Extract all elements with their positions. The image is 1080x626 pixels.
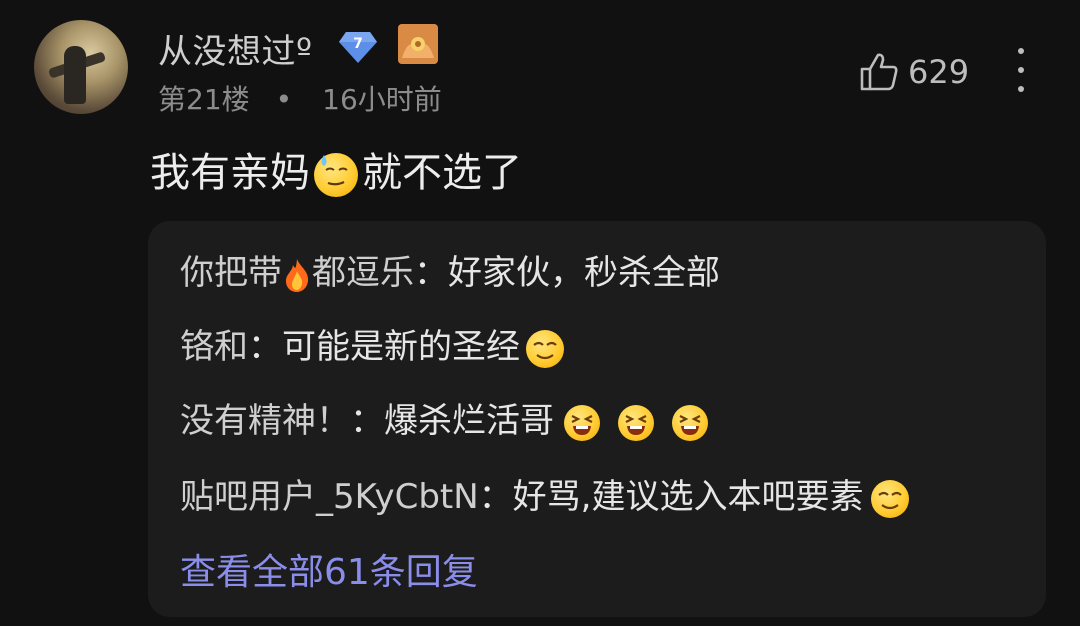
avatar[interactable] bbox=[34, 20, 128, 114]
reply-item[interactable]: 贴吧用户_5KyCbtN：好骂,建议选入本吧要素 bbox=[180, 475, 910, 519]
reply-author-suffix[interactable]: 都逗乐 bbox=[312, 253, 414, 293]
like-count: 629 bbox=[908, 53, 970, 91]
reply-text: 好骂,建议选入本吧要素 bbox=[512, 477, 864, 517]
laugh-squint-emoji bbox=[564, 404, 600, 441]
reply-item[interactable]: 铬和：可能是新的圣经 bbox=[180, 325, 564, 369]
reply-item[interactable]: 你把带 都逗乐：好家伙，秒杀全部 bbox=[180, 251, 720, 295]
like-button[interactable]: 629 bbox=[858, 50, 969, 94]
more-options-icon[interactable] bbox=[1006, 48, 1036, 92]
reply-separator: ： bbox=[414, 253, 448, 293]
smug-smile-emoji bbox=[526, 329, 564, 368]
reply-text: 可能是新的圣经 bbox=[282, 327, 520, 367]
level-badge-icon: 7 bbox=[338, 30, 378, 64]
medal-icon bbox=[398, 24, 438, 64]
view-all-replies-link[interactable]: 查看全部61条回复 bbox=[180, 543, 478, 595]
smug-smile-emoji bbox=[871, 479, 910, 518]
meta-separator: • bbox=[275, 83, 293, 116]
laugh-squint-emoji bbox=[672, 404, 708, 441]
comment-text: 我有亲妈 就不选了 bbox=[150, 148, 522, 198]
comment-text-before: 我有亲妈 bbox=[150, 150, 310, 196]
sweat-face-emoji bbox=[314, 153, 358, 197]
level-number: 7 bbox=[353, 36, 363, 52]
reply-author[interactable]: 没有精神！ bbox=[180, 401, 350, 441]
comment-meta: 第21楼 • 16小时前 bbox=[158, 78, 442, 118]
reply-item[interactable]: 没有精神！：爆杀烂活哥 bbox=[180, 399, 708, 443]
reply-separator: ： bbox=[478, 477, 513, 517]
reply-separator: ： bbox=[248, 327, 282, 367]
post-time: 16小时前 bbox=[322, 83, 442, 116]
reply-text: 好家伙，秒杀全部 bbox=[448, 253, 720, 293]
thumbs-up-icon bbox=[860, 53, 898, 91]
replies-panel[interactable]: 你把带 都逗乐：好家伙，秒杀全部 铬和：可能是新的圣经 没有精神！：爆杀烂活哥 bbox=[148, 221, 1046, 617]
floor-number: 第21楼 bbox=[158, 83, 250, 116]
reply-author[interactable]: 贴吧用户_5KyCbtN bbox=[180, 477, 479, 517]
username[interactable]: 从没想过º bbox=[158, 24, 313, 73]
reply-separator: ： bbox=[350, 401, 384, 441]
reply-author[interactable]: 你把带 bbox=[180, 253, 282, 293]
reply-text: 爆杀烂活哥 bbox=[384, 401, 554, 441]
fire-emoji bbox=[282, 257, 312, 293]
laugh-squint-emoji bbox=[618, 404, 654, 441]
comment-text-after: 就不选了 bbox=[362, 150, 522, 196]
reply-author[interactable]: 铬和 bbox=[180, 327, 248, 367]
